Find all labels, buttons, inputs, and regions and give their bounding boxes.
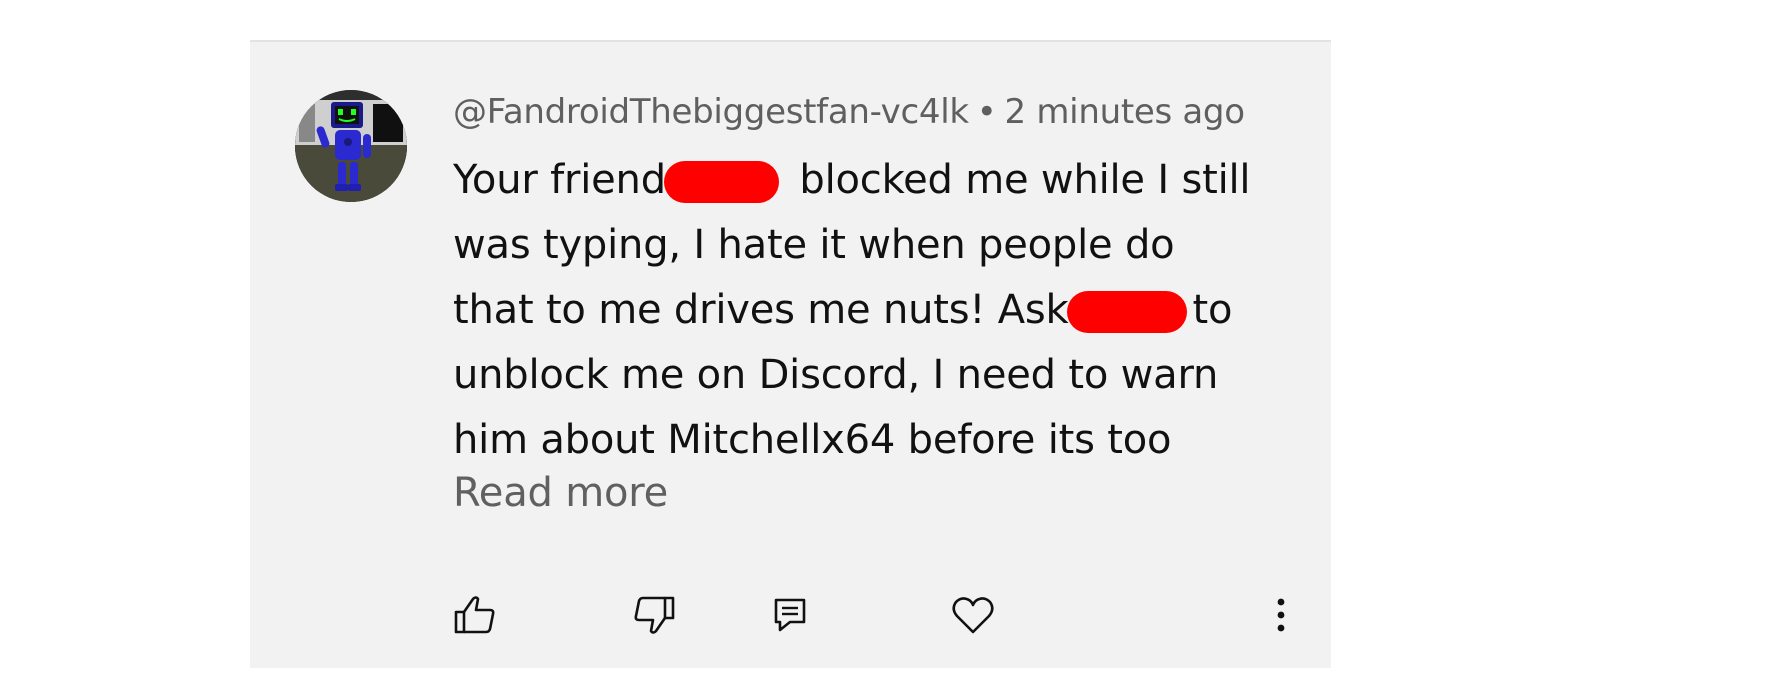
heart-button[interactable]	[948, 590, 998, 640]
thumbs-up-icon	[454, 596, 495, 634]
dislike-button[interactable]	[629, 590, 679, 640]
comment-text-segment: to	[1192, 287, 1233, 333]
comment-text-segment: blocked me while I still	[786, 157, 1251, 203]
reply-button[interactable]	[765, 590, 815, 640]
avatar[interactable]	[295, 90, 407, 202]
comment-meta: @FandroidThebiggestfan-vc4lk • 2 minutes a…	[453, 92, 1245, 132]
comment-line: Your friend blocked me while I still	[453, 148, 1293, 213]
read-more-link[interactable]: Read more	[453, 470, 668, 516]
comment-line: was typing, I hate it when people do	[453, 222, 1175, 268]
comment-text-segment: that to me drives me nuts! Ask	[453, 287, 1069, 333]
like-button[interactable]	[450, 590, 500, 640]
heart-icon	[952, 597, 994, 634]
more-vertical-icon	[1277, 598, 1285, 632]
meta-separator: •	[976, 92, 997, 132]
comment-card: @FandroidThebiggestfan-vc4lk • 2 minutes a…	[250, 40, 1331, 668]
comment-line: him about Mitchellx64 before its too	[453, 417, 1172, 463]
comment-timestamp[interactable]: 2 minutes ago	[1005, 92, 1246, 132]
comment-text: Your friend blocked me while I still was…	[453, 148, 1293, 473]
thumbs-down-icon	[634, 596, 675, 634]
robot-avatar-icon	[295, 90, 407, 202]
comment-line: that to me drives me nuts! Ask to	[453, 278, 1293, 343]
redaction-mark	[1066, 291, 1187, 333]
comment-text-segment: Your friend	[453, 157, 666, 203]
redaction-mark	[663, 161, 779, 203]
comment-line: unblock me on Discord, I need to warn	[453, 352, 1219, 398]
more-options-button[interactable]	[1256, 590, 1306, 640]
author-handle[interactable]: @FandroidThebiggestfan-vc4lk	[453, 92, 969, 132]
comment-icon	[774, 598, 806, 632]
